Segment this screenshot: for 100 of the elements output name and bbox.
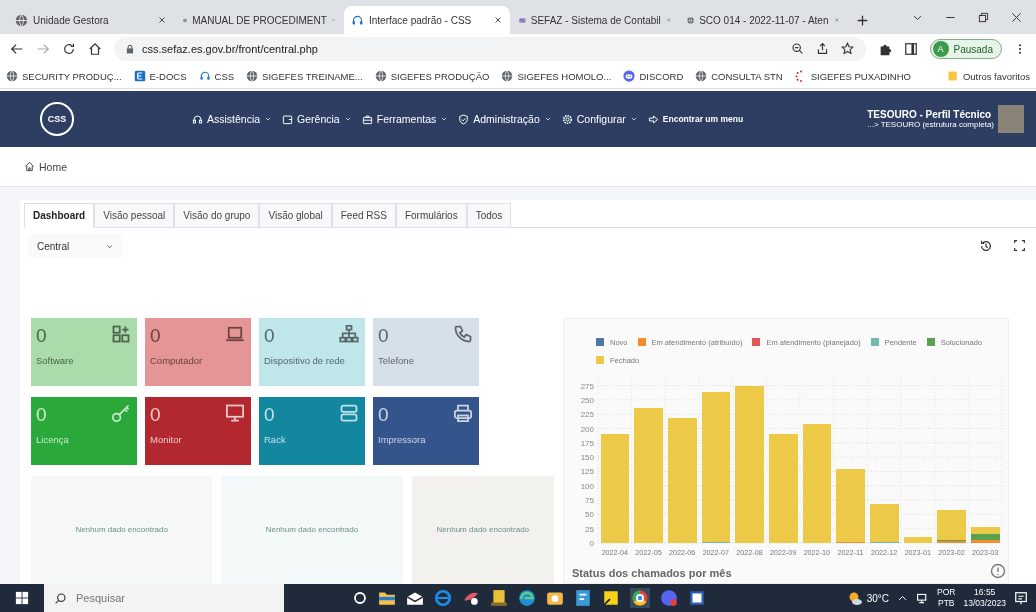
counter-card[interactable]: 0 Software bbox=[31, 318, 137, 386]
bookmark[interactable]: SIGEFES PUXADINHO bbox=[794, 70, 911, 82]
lock-icon bbox=[125, 44, 135, 54]
server-icon bbox=[339, 403, 359, 423]
globe-icon bbox=[6, 70, 18, 82]
app-icon[interactable] bbox=[490, 589, 508, 607]
counter-card[interactable]: 0 Dispositivo de rede bbox=[259, 318, 365, 386]
counter-card[interactable]: 0 Monitor bbox=[145, 397, 251, 465]
fullscreen-icon[interactable] bbox=[1013, 239, 1026, 252]
back-arrow-icon[interactable] bbox=[10, 42, 24, 56]
monitor-icon bbox=[225, 403, 245, 423]
globe-icon bbox=[15, 13, 28, 27]
bookmark[interactable]: SIGEFES PRODUÇÃO bbox=[374, 70, 490, 82]
browser-tab[interactable]: MANUAL DE PROCEDIMENT bbox=[176, 6, 342, 34]
windows-logo-icon[interactable] bbox=[15, 591, 29, 605]
headset-icon bbox=[192, 113, 203, 125]
user-name: TESOURO - Perfil Técnico bbox=[867, 109, 992, 120]
browser-tab[interactable]: SEFAZ - Sistema de Contabil bbox=[512, 6, 678, 34]
reload-icon[interactable] bbox=[62, 42, 76, 56]
note-icon[interactable] bbox=[602, 589, 620, 607]
chat-icon[interactable] bbox=[660, 589, 678, 607]
side-panel-icon[interactable] bbox=[903, 42, 918, 56]
y-tick-label: 150 bbox=[580, 453, 594, 463]
breadcrumb-link[interactable]: Home bbox=[39, 160, 67, 173]
close-icon[interactable] bbox=[1011, 11, 1022, 23]
plus-icon[interactable] bbox=[855, 13, 869, 27]
profile-button[interactable]: A Pausada bbox=[929, 39, 1002, 59]
chrome-icon[interactable] bbox=[630, 588, 650, 608]
caret-icon bbox=[543, 115, 552, 123]
count-value: 0 bbox=[36, 403, 47, 427]
menu-item[interactable]: Gerência bbox=[282, 113, 352, 125]
folder-icon[interactable] bbox=[378, 589, 396, 607]
bookmark-folder[interactable]: Outros favoritos bbox=[946, 70, 1030, 82]
tab[interactable]: Todos bbox=[466, 203, 512, 228]
menu-item[interactable]: Ferramentas bbox=[361, 113, 449, 125]
y-tick-label: 175 bbox=[580, 438, 594, 448]
count-value: 0 bbox=[264, 324, 275, 348]
counter-card[interactable]: 0 Impressora bbox=[373, 397, 479, 465]
globe-icon[interactable] bbox=[434, 589, 452, 607]
card-label: Monitor bbox=[150, 434, 183, 445]
menu-item[interactable]: Administração bbox=[458, 113, 552, 125]
globe-icon bbox=[501, 70, 514, 82]
tab[interactable]: Visão global bbox=[259, 203, 332, 228]
card-label: Telefone bbox=[378, 355, 415, 366]
home-icon[interactable] bbox=[88, 42, 102, 56]
card-label: Impressora bbox=[378, 434, 427, 445]
menu-item[interactable]: Assistência bbox=[192, 113, 273, 125]
y-tick-label: 125 bbox=[580, 467, 594, 477]
bookmark[interactable]: SECURITY PRODUÇ... bbox=[6, 70, 122, 82]
browser-tab[interactable]: Interface padrão - CSS bbox=[344, 6, 510, 34]
menu-item[interactable]: Configurar bbox=[561, 113, 638, 125]
app-icon[interactable] bbox=[574, 589, 592, 607]
globe-icon bbox=[374, 70, 387, 82]
bookmark[interactable]: SIGEFES TREINAME... bbox=[246, 70, 363, 82]
caret-icon bbox=[629, 115, 638, 123]
bookmark[interactable]: CSS bbox=[198, 70, 235, 82]
weather-widget[interactable]: 30°C bbox=[846, 590, 890, 606]
counter-card[interactable]: 0 Telefone bbox=[373, 318, 479, 386]
folder-icon bbox=[946, 70, 959, 82]
caret-icon bbox=[264, 115, 273, 123]
counter-card[interactable]: 0 Computador bbox=[145, 318, 251, 386]
y-tick-label: 200 bbox=[580, 424, 594, 434]
dropdown[interactable]: Central bbox=[28, 234, 124, 258]
y-tick-label: 250 bbox=[580, 395, 594, 405]
circle-icon[interactable] bbox=[352, 590, 368, 606]
bookmark[interactable]: DISCORD bbox=[623, 70, 684, 82]
empty-panel: Nenhum dado encontrado bbox=[31, 476, 213, 584]
browser-tab[interactable]: Unidade Gestora bbox=[8, 6, 174, 34]
chart-bar bbox=[903, 537, 933, 543]
tab[interactable]: Dashboard bbox=[24, 203, 95, 228]
document-icon bbox=[133, 70, 146, 82]
find-menu-link[interactable]: Encontrar um menu bbox=[647, 113, 744, 125]
wallet-icon bbox=[282, 113, 294, 125]
close-icon bbox=[493, 15, 503, 25]
bookmark[interactable]: SIGEFES HOMOLO... bbox=[501, 70, 612, 82]
share-icon[interactable] bbox=[815, 42, 829, 55]
restore-icon[interactable] bbox=[978, 11, 989, 23]
notification-icon[interactable] bbox=[1014, 591, 1028, 605]
browser-tab[interactable]: SCO 014 - 2022-11-07 - Aten bbox=[680, 6, 846, 34]
tab[interactable]: Visão do grupo bbox=[174, 203, 260, 228]
logo[interactable]: CSS bbox=[40, 102, 74, 136]
clock[interactable]: 16:55 13/03/2023 bbox=[963, 587, 1006, 609]
tab[interactable]: Visão pessoal bbox=[94, 203, 175, 228]
zoom-icon[interactable] bbox=[790, 42, 804, 55]
tab[interactable]: Formulários bbox=[395, 203, 467, 228]
star-icon[interactable] bbox=[840, 42, 854, 55]
address-field[interactable]: css.sefaz.es.gov.br/front/central.php bbox=[114, 37, 866, 61]
document-icon[interactable] bbox=[688, 589, 706, 607]
bookmark[interactable]: E-DOCS bbox=[133, 70, 187, 82]
browser-icon[interactable] bbox=[518, 589, 536, 607]
tab[interactable]: Feed RSS bbox=[331, 203, 396, 228]
count-value: 0 bbox=[378, 324, 389, 348]
language-indicator[interactable]: POR PTB bbox=[937, 587, 956, 609]
search-field[interactable]: Pesquisar bbox=[44, 584, 284, 612]
history-icon[interactable] bbox=[979, 239, 993, 253]
app-icon[interactable] bbox=[546, 589, 564, 607]
alert-circle-icon[interactable] bbox=[990, 563, 1006, 579]
card-label: Dispositivo de rede bbox=[264, 355, 346, 366]
bookmark[interactable]: CONSULTA STN bbox=[695, 70, 783, 82]
close-icon bbox=[833, 15, 839, 25]
